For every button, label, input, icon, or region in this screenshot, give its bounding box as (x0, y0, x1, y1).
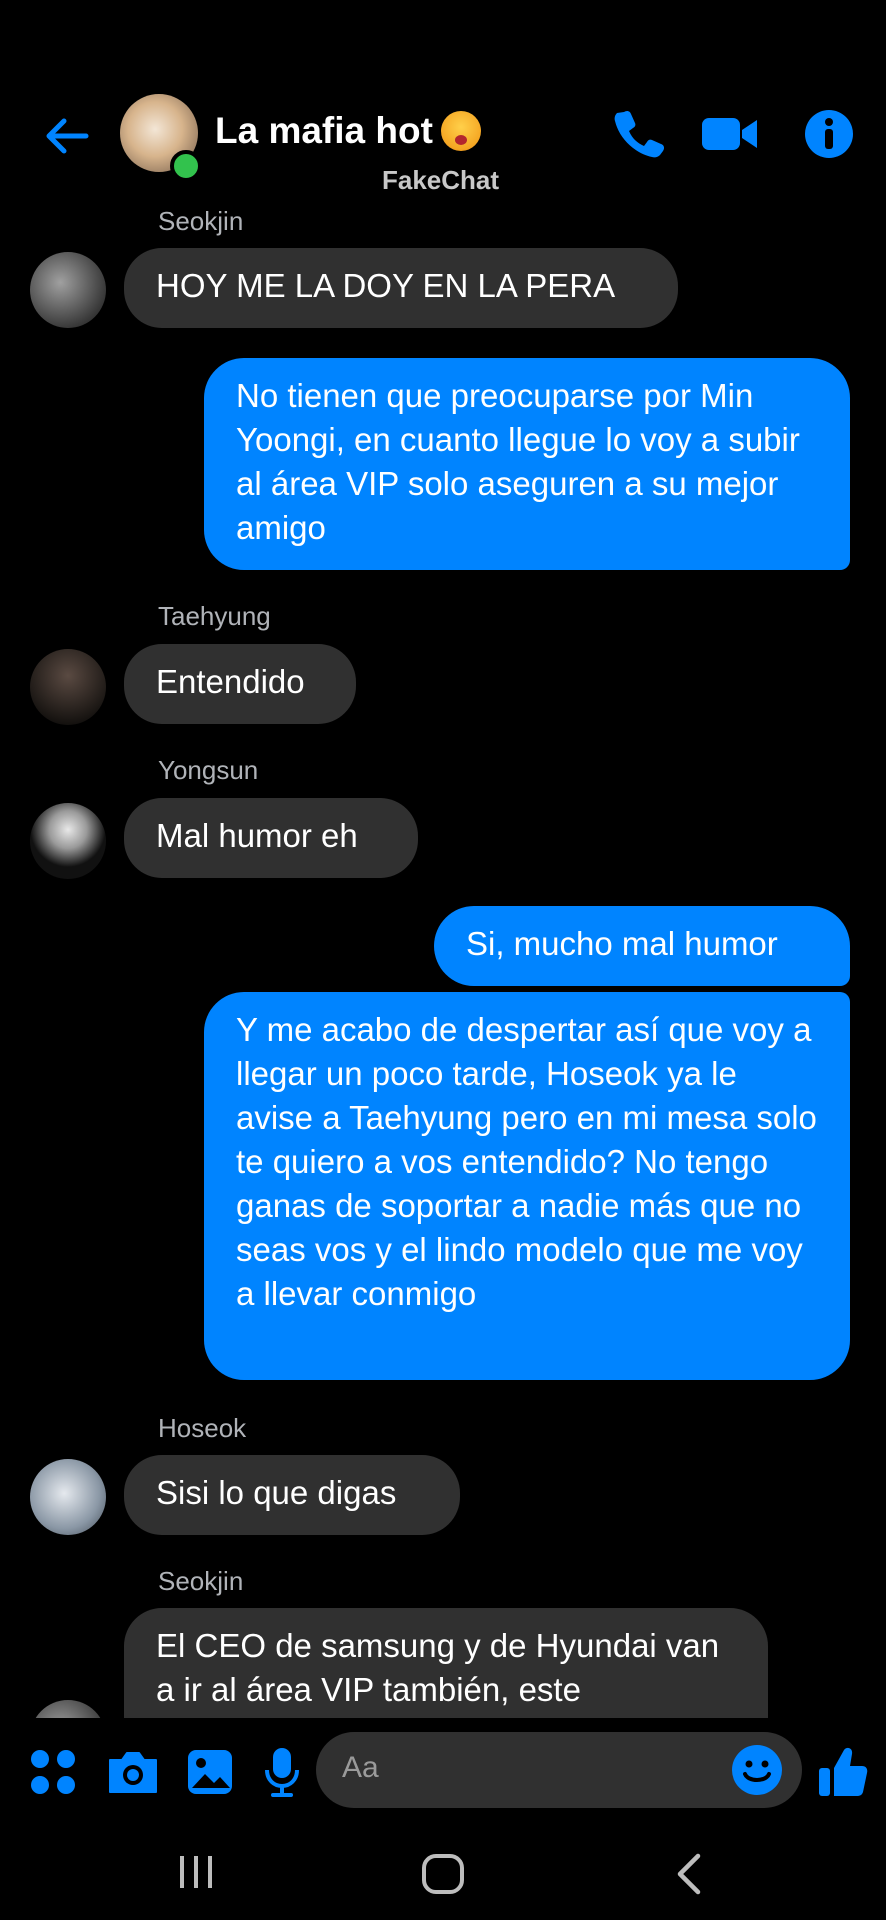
recent-apps-icon[interactable] (176, 1852, 216, 1892)
home-icon[interactable] (420, 1852, 466, 1896)
message-bubble-incoming[interactable]: Sisi lo que digas (124, 1455, 460, 1535)
back-icon[interactable] (672, 1852, 708, 1896)
message-text: El CEO de samsung y de Hyundai van a ir … (156, 1627, 720, 1708)
message-bubble-incoming[interactable]: Mal humor eh (124, 798, 418, 878)
hot-face-emoji-icon (440, 111, 481, 151)
message-composer: Aa (0, 1718, 886, 1822)
message-bubble-outgoing[interactable]: Si, mucho mal humor (434, 906, 850, 986)
message-text: Si, mucho mal humor (466, 925, 778, 962)
message-text: Mal humor eh (156, 817, 358, 854)
sender-name: Hoseok (158, 1413, 247, 1443)
thumbs-up-icon[interactable] (816, 1744, 870, 1800)
message-text: Sisi lo que digas (156, 1474, 397, 1511)
avatar-taehyung[interactable] (30, 649, 106, 725)
avatar-seokjin[interactable] (30, 252, 106, 328)
sender-name: Taehyung (158, 601, 271, 631)
avatar-yongsun[interactable] (30, 803, 106, 879)
online-indicator (170, 150, 202, 182)
message-text: Entendido (156, 663, 305, 700)
emoji-icon[interactable] (730, 1743, 784, 1797)
chat-header: La mafia hot FakeChat (0, 88, 886, 198)
camera-icon[interactable] (104, 1744, 162, 1800)
message-text: Y me acabo de despertar así que voy a ll… (236, 1011, 817, 1312)
back-arrow-icon[interactable] (40, 110, 92, 162)
avatar-hoseok[interactable] (30, 1459, 106, 1535)
watermark: FakeChat (382, 165, 500, 195)
system-navigation-bar (0, 1822, 886, 1920)
chat-title[interactable]: La mafia hot (215, 110, 481, 152)
message-bubble-outgoing[interactable]: Y me acabo de despertar así que voy a ll… (204, 992, 850, 1380)
gallery-icon[interactable] (184, 1744, 236, 1800)
message-text: No tienen que preocuparse por Min Yoongi… (236, 377, 800, 546)
message-bubble-incoming[interactable]: HOY ME LA DOY EN LA PERA (124, 248, 678, 328)
chat-title-text: La mafia hot (215, 110, 433, 151)
video-camera-icon[interactable] (700, 106, 760, 162)
message-input[interactable]: Aa (316, 1732, 802, 1808)
message-bubble-incoming[interactable]: Entendido (124, 644, 356, 724)
info-icon[interactable] (800, 106, 858, 162)
apps-grid-icon[interactable] (26, 1744, 80, 1800)
sender-name: Yongsun (158, 755, 259, 785)
sender-name: Seokjin (158, 206, 244, 236)
sender-name: Seokjin (158, 1566, 244, 1596)
message-text: HOY ME LA DOY EN LA PERA (156, 267, 616, 304)
microphone-icon[interactable] (262, 1744, 302, 1800)
message-input-placeholder: Aa (342, 1751, 379, 1784)
message-bubble-outgoing[interactable]: No tienen que preocuparse por Min Yoongi… (204, 358, 850, 570)
phone-icon[interactable] (610, 106, 666, 162)
